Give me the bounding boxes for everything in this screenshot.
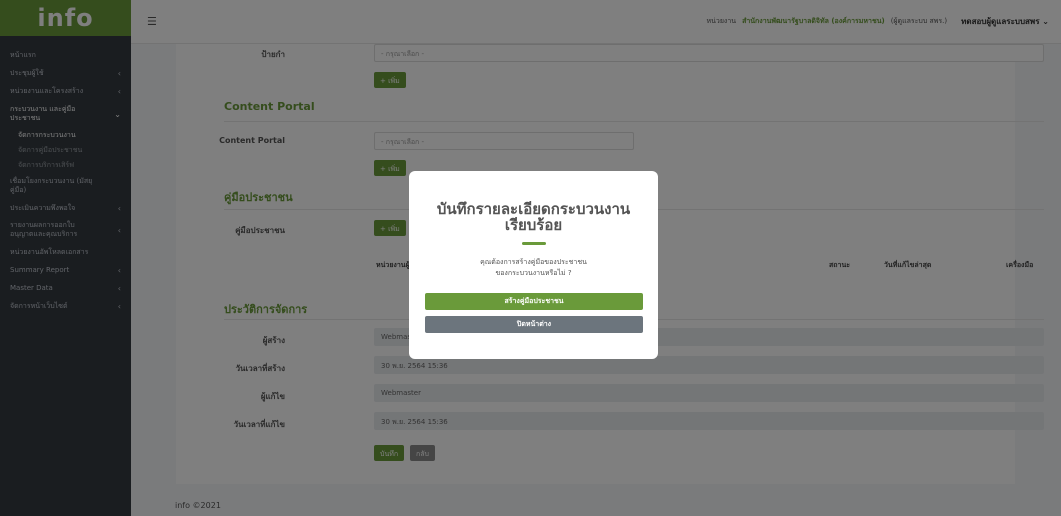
dialog-message-line: คุณต้องการสร้างคู่มือของประชาชน <box>480 258 587 266</box>
create-manual-button[interactable]: สร้างคู่มือประชาชน <box>425 293 643 310</box>
dialog-title: บันทึกรายละเอียดกระบวนงานเรียบร้อย <box>436 200 631 234</box>
dialog-message: คุณต้องการสร้างคู่มือของประชาชน ของกระบว… <box>409 257 658 279</box>
close-dialog-button[interactable]: ปิดหน้าต่าง <box>425 316 643 333</box>
success-dialog: บันทึกรายละเอียดกระบวนงานเรียบร้อย คุณต้… <box>409 171 658 359</box>
dialog-message-line: ของกระบวนงานหรือไม่ ? <box>495 269 572 277</box>
dialog-accent-bar <box>522 242 546 245</box>
